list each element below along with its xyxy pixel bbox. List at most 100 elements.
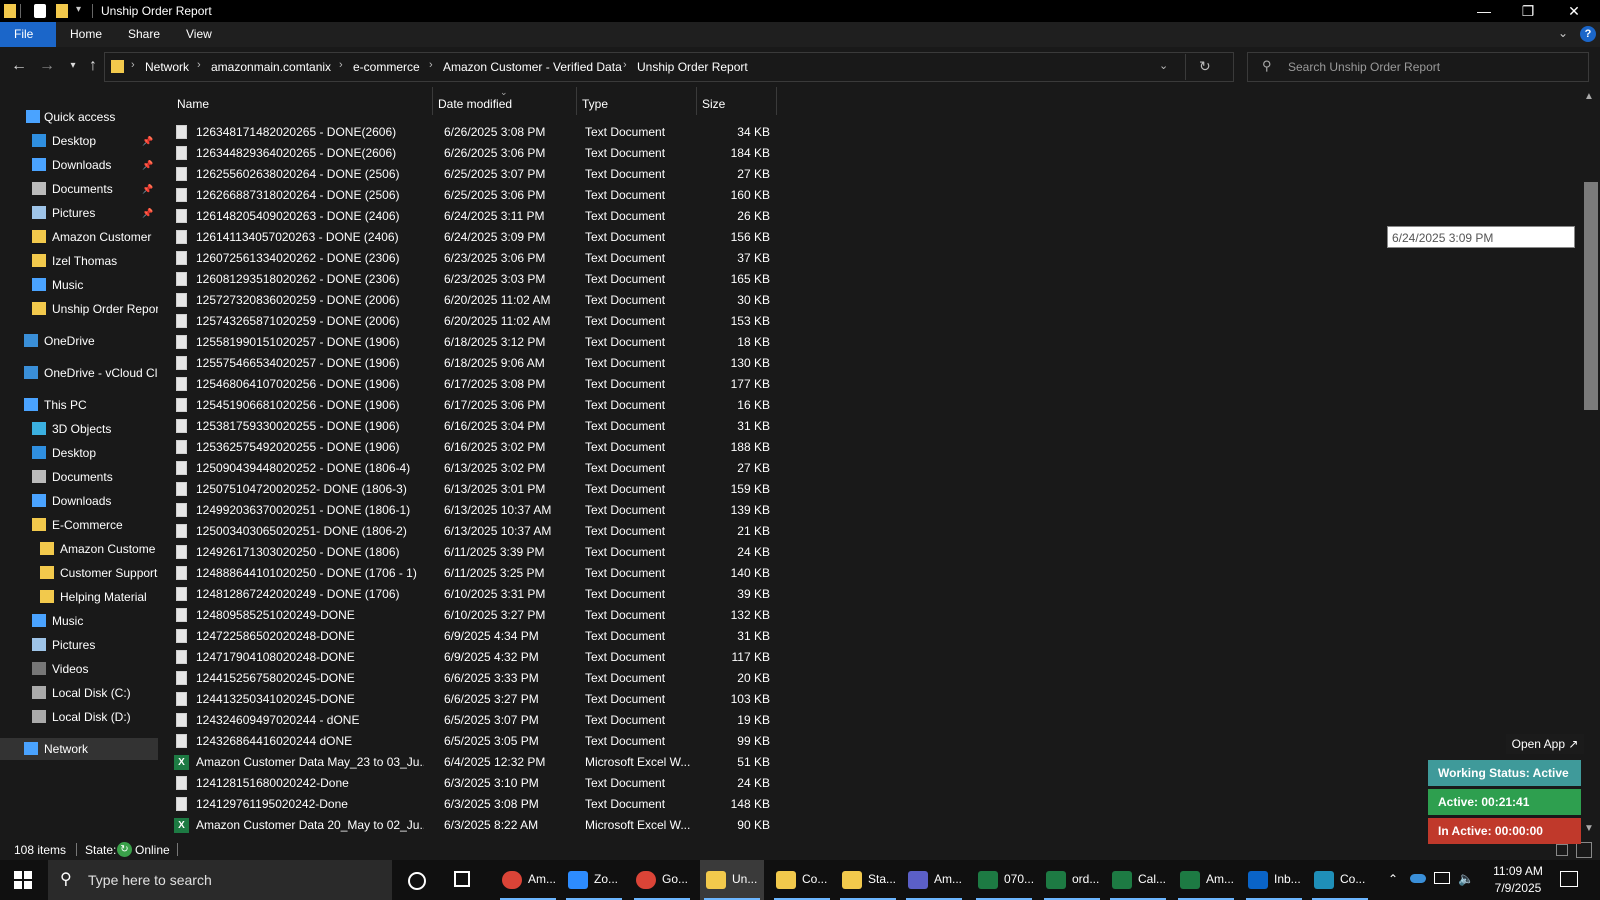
sidebar-item-onedrive[interactable]: OneDrive [0, 330, 158, 352]
table-row[interactable]: 126141134057020263 - DONE (2406) 6/24/202… [172, 227, 932, 248]
tab-share[interactable]: Share [114, 22, 174, 47]
volume-icon[interactable]: 🔈 [1458, 871, 1474, 887]
refresh-icon[interactable]: ↻ [1199, 58, 1211, 75]
taskbar-app-12[interactable]: Co... [1308, 860, 1372, 900]
column-divider[interactable] [696, 87, 697, 115]
chevron-down-icon[interactable]: ⌄ [1558, 26, 1568, 40]
sidebar-item-music[interactable]: Music [0, 610, 158, 632]
taskbar-app-2[interactable]: Go... [630, 860, 694, 900]
task-view-icon[interactable] [454, 871, 470, 887]
pin-icon[interactable]: 📌 [142, 202, 153, 224]
table-row[interactable]: 124722586502020248-DONE 6/9/2025 4:34 PM T… [172, 626, 932, 647]
scroll-down-icon[interactable]: ▼ [1584, 823, 1594, 834]
table-row[interactable]: 126148205409020263 - DONE (2406) 6/24/202… [172, 206, 932, 227]
pin-icon[interactable]: 📌 [142, 154, 153, 176]
new-folder-icon[interactable] [56, 4, 68, 18]
table-row[interactable]: 124992036370020251 - DONE (1806-1) 6/13/2… [172, 500, 932, 521]
tab-file[interactable]: File [0, 22, 56, 47]
sidebar-item-amazon-custome[interactable]: Amazon Custome [0, 538, 158, 560]
table-row[interactable]: 125381759330020255 - DONE (1906) 6/16/202… [172, 416, 932, 437]
table-row[interactable]: 124809585251020249-DONE 6/10/2025 3:27 PM… [172, 605, 932, 626]
table-row[interactable]: 124128151680020242-Done 6/3/2025 3:10 PM T… [172, 773, 932, 794]
sidebar-item-unship-order-repor[interactable]: Unship Order Repor [0, 298, 158, 320]
table-row[interactable]: 124812867242020249 - DONE (1706) 6/10/202… [172, 584, 932, 605]
table-row[interactable]: X Amazon Customer Data 20_May to 02_Ju...… [172, 815, 932, 836]
onedrive-icon[interactable] [1410, 874, 1426, 883]
taskbar-app-3[interactable]: Un... [700, 860, 764, 900]
sidebar-item-local-disk-d[interactable]: Local Disk (D:) [0, 706, 158, 728]
address-bar[interactable]: › Network › amazonmain.comtanix › e-comm… [104, 52, 1234, 82]
breadcrumb-amazon-customer[interactable]: Amazon Customer - Verified Data [443, 60, 622, 74]
restore-button[interactable]: ❐ [1506, 0, 1550, 22]
breadcrumb-amazonmain[interactable]: amazonmain.comtanix [211, 60, 331, 74]
scroll-up-icon[interactable]: ▲ [1584, 91, 1594, 102]
sidebar-item-pictures[interactable]: Pictures 📌 [0, 202, 158, 224]
sidebar-item-quick-access[interactable]: Quick access [0, 106, 158, 128]
table-row[interactable]: 125451906681020256 - DONE (1906) 6/17/202… [172, 395, 932, 416]
sidebar-item-network[interactable]: Network [0, 738, 158, 760]
table-row[interactable]: 125468064107020256 - DONE (1906) 6/17/202… [172, 374, 932, 395]
pin-icon[interactable]: 📌 [142, 178, 153, 200]
table-row[interactable]: 124413250341020245-DONE 6/6/2025 3:27 PM T… [172, 689, 932, 710]
table-row[interactable]: 124129761195020242-Done 6/3/2025 3:08 PM T… [172, 794, 932, 815]
taskbar-app-9[interactable]: Cal... [1106, 860, 1170, 900]
sidebar-item-desktop[interactable]: Desktop 📌 [0, 130, 158, 152]
column-divider[interactable] [576, 87, 577, 115]
sidebar-item-downloads[interactable]: Downloads 📌 [0, 154, 158, 176]
large-icons-view-icon[interactable] [1576, 842, 1592, 858]
open-app-button[interactable]: Open App ↗ [1506, 734, 1584, 754]
sidebar-item-local-disk-c[interactable]: Local Disk (C:) [0, 682, 158, 704]
system-clock[interactable]: 11:09 AM 7/9/2025 [1478, 863, 1558, 897]
table-row[interactable]: 126344829364020265 - DONE(2606) 6/26/2025… [172, 143, 932, 164]
sidebar-item-downloads[interactable]: Downloads [0, 490, 158, 512]
table-row[interactable]: 126255602638020264 - DONE (2506) 6/25/202… [172, 164, 932, 185]
sidebar-item-e-commerce[interactable]: E-Commerce [0, 514, 158, 536]
minimize-button[interactable]: — [1462, 0, 1506, 22]
table-row[interactable]: 124888644101020250 - DONE (1706 - 1) 6/11… [172, 563, 932, 584]
sidebar-item-amazon-customer[interactable]: Amazon Customer [0, 226, 158, 248]
column-type[interactable]: Type [582, 93, 608, 115]
table-row[interactable]: 124926171303020250 - DONE (1806) 6/11/202… [172, 542, 932, 563]
forward-arrow-icon[interactable]: → [36, 55, 58, 77]
table-row[interactable]: 125075104720020252- DONE (1806-3) 6/13/20… [172, 479, 932, 500]
taskbar-app-5[interactable]: Sta... [836, 860, 900, 900]
table-row[interactable]: 125727320836020259 - DONE (2006) 6/20/202… [172, 290, 932, 311]
taskbar-app-6[interactable]: Am... [902, 860, 966, 900]
breadcrumb-unship-order-report[interactable]: Unship Order Report [637, 60, 748, 74]
taskbar-app-11[interactable]: Inb... [1242, 860, 1306, 900]
vertical-scrollbar[interactable]: ▲ ▼ [1578, 87, 1600, 840]
taskbar-app-8[interactable]: ord... [1040, 860, 1104, 900]
table-row[interactable]: 125575466534020257 - DONE (1906) 6/18/202… [172, 353, 932, 374]
cortana-icon[interactable] [408, 872, 426, 890]
table-row[interactable]: 125743265871020259 - DONE (2006) 6/20/202… [172, 311, 932, 332]
table-row[interactable]: 125003403065020251- DONE (1806-2) 6/13/20… [172, 521, 932, 542]
taskbar-app-7[interactable]: 070... [972, 860, 1036, 900]
taskbar-app-0[interactable]: Am... [496, 860, 560, 900]
table-row[interactable]: 126266887318020264 - DONE (2506) 6/25/202… [172, 185, 932, 206]
pin-icon[interactable]: 📌 [142, 130, 153, 152]
table-row[interactable]: 124717904108020248-DONE 6/9/2025 4:32 PM T… [172, 647, 932, 668]
breadcrumb-network[interactable]: Network [145, 60, 189, 74]
sidebar-item-izel-thomas[interactable]: Izel Thomas [0, 250, 158, 272]
back-arrow-icon[interactable]: ← [8, 55, 30, 77]
table-row[interactable]: X Amazon Customer Data May_23 to 03_Ju...… [172, 752, 932, 773]
chevron-down-icon[interactable]: ▾ [76, 4, 81, 15]
windows-start-icon[interactable] [14, 871, 32, 889]
breadcrumb-ecommerce[interactable]: e-commerce [353, 60, 420, 74]
column-name[interactable]: Name [177, 93, 209, 115]
tab-view[interactable]: View [172, 22, 226, 47]
sidebar-item-3d-objects[interactable]: 3D Objects [0, 418, 158, 440]
table-row[interactable]: 124326864416020244 dONE 6/5/2025 3:05 PM T… [172, 731, 932, 752]
sidebar-item-customer-support[interactable]: Customer Support [0, 562, 158, 584]
column-divider[interactable] [432, 87, 433, 115]
details-view-icon[interactable] [1556, 844, 1568, 856]
sidebar-item-pictures[interactable]: Pictures [0, 634, 158, 656]
table-row[interactable]: 126072561334020262 - DONE (2306) 6/23/202… [172, 248, 932, 269]
sidebar-item-this-pc[interactable]: This PC [0, 394, 158, 416]
scrollbar-thumb[interactable] [1584, 182, 1598, 410]
chevron-down-icon[interactable]: ⌄ [1159, 59, 1168, 72]
network-icon[interactable] [1434, 872, 1450, 884]
sidebar-item-documents[interactable]: Documents 📌 [0, 178, 158, 200]
column-divider[interactable] [776, 87, 777, 115]
taskbar-app-4[interactable]: Co... [770, 860, 834, 900]
